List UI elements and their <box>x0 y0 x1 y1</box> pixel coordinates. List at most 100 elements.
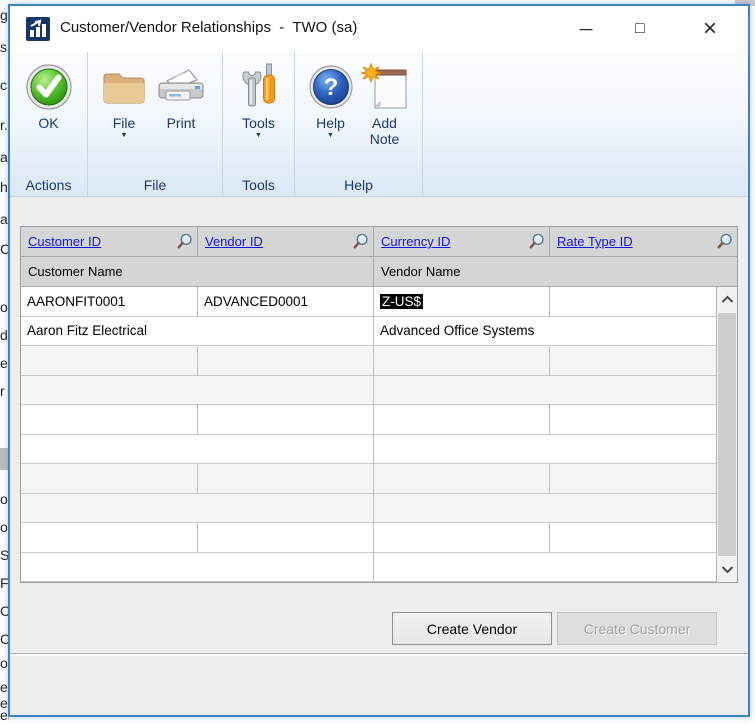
grid-body: AARONFIT0001ADVANCED0001 Z-US$ Aaron Fitz … <box>21 287 737 582</box>
cell-vendor-id[interactable] <box>198 464 374 494</box>
ok-check-icon <box>25 59 73 115</box>
ribbon-group-actions: OK Actions <box>10 52 88 196</box>
svg-text:?: ? <box>323 74 338 101</box>
cell-customer-id[interactable] <box>21 523 198 553</box>
cell-vendor-id[interactable] <box>198 405 374 435</box>
cell-customer-name[interactable] <box>21 376 374 406</box>
cell-customer-id[interactable] <box>21 346 198 376</box>
header-currency-id: Currency ID <box>374 227 550 257</box>
ribbon-toolbar: OK Actions File ▼ <box>10 52 748 197</box>
cell-vendor-id[interactable] <box>198 346 374 376</box>
cell-vendor-name[interactable] <box>374 494 717 524</box>
vertical-scrollbar[interactable] <box>716 287 737 582</box>
grid-name-row: Aaron Fitz ElectricalAdvanced Office Sys… <box>21 317 737 347</box>
chevron-up-icon <box>721 295 734 304</box>
vendor-id-lookup-icon[interactable] <box>352 233 369 250</box>
grid-record <box>21 405 737 464</box>
cell-customer-name[interactable]: Aaron Fitz Electrical <box>21 317 374 347</box>
header-rate-type-id: Rate Type ID <box>550 227 737 257</box>
cell-vendor-name[interactable] <box>374 553 717 583</box>
cell-customer-id[interactable] <box>21 405 198 435</box>
cell-customer-name[interactable] <box>21 553 374 583</box>
ribbon-group-help: ? Help ▼ Add Note <box>295 52 423 196</box>
cell-vendor-name[interactable]: Advanced Office Systems <box>374 317 717 347</box>
close-button[interactable]: × <box>688 6 732 52</box>
grid-name-row <box>21 494 737 524</box>
add-note-button[interactable]: Add Note <box>360 59 410 147</box>
ribbon-group-label-actions: Actions <box>10 177 87 193</box>
minimize-button[interactable]: ─ <box>566 6 606 52</box>
chevron-down-icon <box>721 565 734 574</box>
ribbon-group-label-file: File <box>88 177 222 193</box>
grid-id-row: AARONFIT0001ADVANCED0001 Z-US$ <box>21 287 737 317</box>
printer-icon <box>153 59 209 115</box>
cell-customer-id[interactable]: AARONFIT0001 <box>21 287 198 317</box>
note-with-star-icon <box>360 59 410 115</box>
cell-currency-id[interactable] <box>374 464 550 494</box>
grid-record <box>21 346 737 405</box>
ok-button[interactable]: OK <box>25 59 73 131</box>
file-dropdown-arrow-icon: ▼ <box>121 131 128 142</box>
cell-vendor-id[interactable] <box>198 523 374 553</box>
file-button[interactable]: File ▼ <box>101 59 147 142</box>
grid-id-row <box>21 523 737 553</box>
help-button[interactable]: ? Help ▼ <box>308 59 354 142</box>
header-customer-name: Customer Name <box>21 257 374 287</box>
cell-currency-id[interactable] <box>374 523 550 553</box>
grid-id-header-row: Customer ID Vendor ID Currency ID Rate T… <box>21 227 737 257</box>
grid-id-row <box>21 464 737 494</box>
add-note-button-label: Add Note <box>370 115 400 147</box>
print-button[interactable]: Print <box>153 59 209 131</box>
customer-id-link[interactable]: Customer ID <box>28 234 176 249</box>
scroll-up-button[interactable] <box>717 287 737 312</box>
cell-vendor-id[interactable]: ADVANCED0001 <box>198 287 374 317</box>
grid-name-row <box>21 376 737 406</box>
help-dropdown-arrow-icon: ▼ <box>327 131 334 142</box>
folder-icon <box>101 59 147 115</box>
cell-customer-id[interactable] <box>21 464 198 494</box>
header-vendor-id: Vendor ID <box>198 227 374 257</box>
grid-name-header-row: Customer Name Vendor Name <box>21 257 737 287</box>
grid-id-row <box>21 405 737 435</box>
grid-record <box>21 523 737 582</box>
scrollbar-thumb[interactable] <box>718 313 736 556</box>
rate-type-id-lookup-icon[interactable] <box>716 233 733 250</box>
app-chart-icon <box>26 17 50 41</box>
cell-rate-type-id[interactable] <box>550 287 717 317</box>
ribbon-group-label-tools: Tools <box>223 177 294 193</box>
scroll-down-button[interactable] <box>717 557 737 582</box>
help-question-icon: ? <box>308 59 354 115</box>
tools-button[interactable]: Tools ▼ <box>236 59 282 142</box>
bottom-divider-highlight <box>10 654 748 656</box>
cell-vendor-name[interactable] <box>374 376 717 406</box>
cell-customer-name[interactable] <box>21 435 374 465</box>
cell-rate-type-id[interactable] <box>550 346 717 376</box>
cell-currency-id[interactable] <box>374 405 550 435</box>
currency-id-lookup-icon[interactable] <box>528 233 545 250</box>
customer-id-lookup-icon[interactable] <box>176 233 193 250</box>
title-bar: Customer/Vendor Relationships - TWO (sa)… <box>10 6 748 52</box>
grid-name-row <box>21 553 737 583</box>
cell-rate-type-id[interactable] <box>550 464 717 494</box>
customer-vendor-relationships-window: Customer/Vendor Relationships - TWO (sa)… <box>8 4 750 717</box>
currency-id-link[interactable]: Currency ID <box>381 234 528 249</box>
cell-rate-type-id[interactable] <box>550 405 717 435</box>
cell-rate-type-id[interactable] <box>550 523 717 553</box>
maximize-button[interactable]: □ <box>620 6 660 52</box>
create-vendor-button[interactable]: Create Vendor <box>392 612 552 645</box>
grid-name-row <box>21 435 737 465</box>
grid-id-row <box>21 346 737 376</box>
file-button-label: File <box>113 115 136 131</box>
print-button-label: Print <box>167 115 196 131</box>
selected-currency-text: Z-US$ <box>380 294 423 309</box>
cell-currency-id[interactable] <box>374 346 550 376</box>
cell-vendor-name[interactable] <box>374 435 717 465</box>
cell-customer-name[interactable] <box>21 494 374 524</box>
rate-type-id-link[interactable]: Rate Type ID <box>557 234 716 249</box>
create-customer-button: Create Customer <box>557 612 717 645</box>
window-title: Customer/Vendor Relationships - TWO (sa) <box>60 19 357 36</box>
cell-currency-id[interactable]: Z-US$ <box>374 287 550 317</box>
vendor-id-link[interactable]: Vendor ID <box>205 234 352 249</box>
ribbon-group-label-help: Help <box>295 177 422 193</box>
tools-icon <box>238 59 280 115</box>
